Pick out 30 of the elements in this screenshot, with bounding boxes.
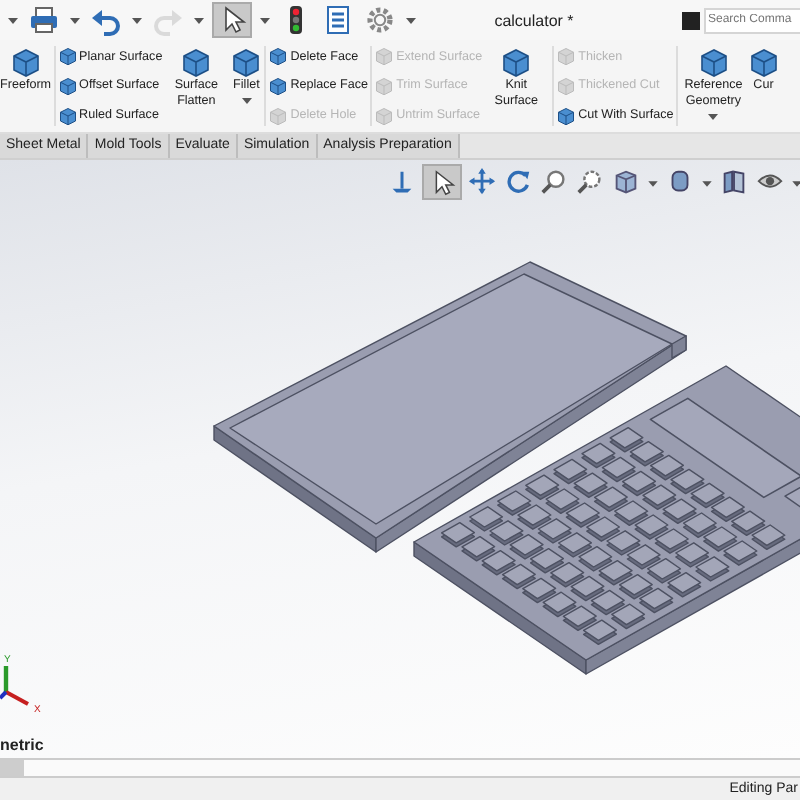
surface-icon: [9, 46, 42, 78]
settings-icon[interactable]: [362, 2, 398, 38]
surface-icon: [556, 75, 577, 96]
surface-icon: [57, 46, 78, 67]
surface-icon: [268, 75, 289, 96]
surface-icon: [374, 75, 395, 96]
surface-icon: [500, 46, 533, 78]
caret-icon[interactable]: [241, 98, 252, 106]
scrollbar-thumb[interactable]: [0, 760, 24, 776]
surface-icon: [57, 75, 78, 96]
terminal-icon: [682, 11, 700, 29]
horizontal-scrollbar[interactable]: [0, 758, 800, 778]
printer-icon[interactable]: [26, 2, 62, 38]
surface-icon: [268, 46, 289, 67]
surface-icon: [268, 105, 289, 126]
surface-icon: [697, 46, 730, 78]
pan-icon[interactable]: [466, 164, 498, 200]
caret-icon[interactable]: [708, 114, 719, 122]
view-name: netric: [0, 736, 44, 754]
surface-icon: [57, 105, 78, 126]
surface-icon: [747, 46, 780, 78]
surface-icon: [230, 46, 263, 78]
surface-icon: [180, 46, 213, 78]
pointer-icon[interactable]: [422, 164, 462, 200]
window-title: calculator *: [492, 11, 576, 29]
pointer-icon[interactable]: [212, 2, 252, 38]
surface-icon: [556, 105, 577, 126]
surface-icon: [374, 46, 395, 67]
surface-icon: [556, 46, 577, 67]
surface-icon: [374, 105, 395, 126]
